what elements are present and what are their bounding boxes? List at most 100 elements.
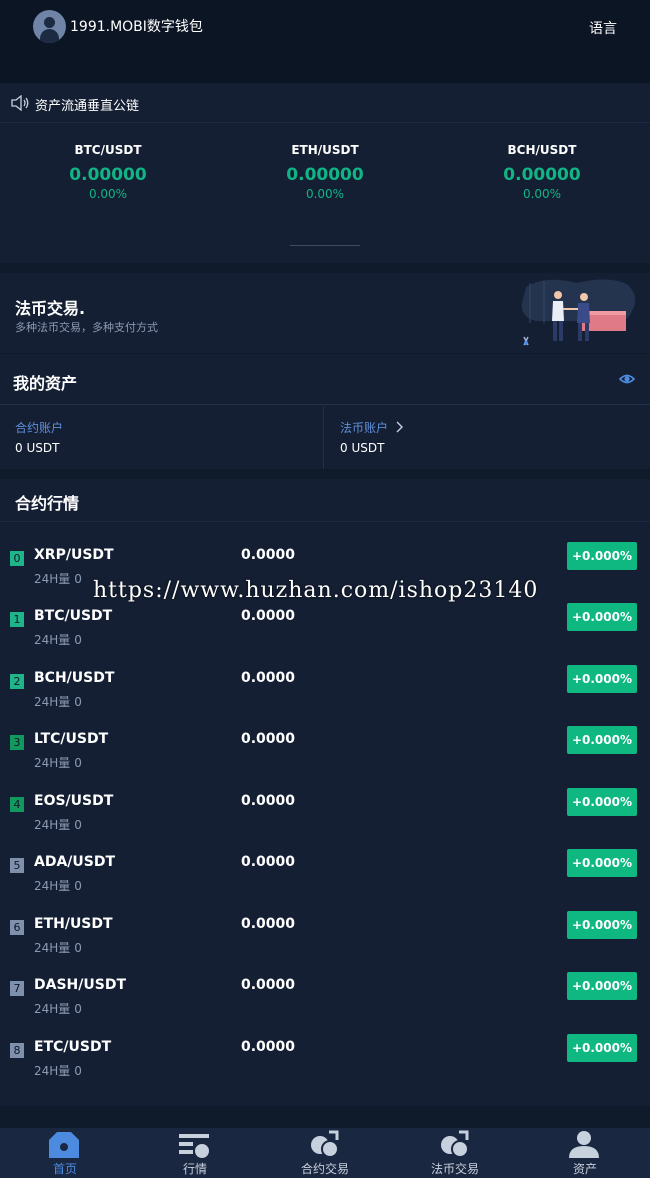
market-price: 0.0000 bbox=[241, 731, 296, 747]
volume-label: 24H量 bbox=[34, 879, 71, 893]
market-symbol: EOS/USDT bbox=[34, 793, 114, 809]
fiat-promo-banner[interactable]: 法币交易. 多种法币交易，多种支付方式 bbox=[0, 273, 650, 353]
tab-market[interactable]: 行情 bbox=[130, 1128, 260, 1178]
change-button[interactable]: +0.000% bbox=[567, 542, 637, 570]
ticker-change: 0.00% bbox=[305, 187, 345, 201]
user-icon bbox=[569, 1131, 599, 1158]
ticker-item[interactable]: BCH/USDT 0.00000 0.00% bbox=[434, 143, 650, 201]
tab-fiat-trade[interactable]: 法币交易 bbox=[390, 1128, 520, 1178]
volume-label: 24H量 bbox=[34, 818, 71, 832]
volume-value: 0 bbox=[74, 1064, 82, 1078]
rank-badge: 2 bbox=[10, 674, 24, 689]
contract-account-value: 0 USDT bbox=[15, 441, 60, 455]
fiat-account-value: 0 USDT bbox=[340, 441, 385, 455]
tab-label: 合约交易 bbox=[300, 1162, 349, 1176]
fiat-account[interactable]: 法币账户 0 USDT bbox=[325, 406, 650, 469]
ticker-change: 0.00% bbox=[522, 187, 562, 201]
volume-label: 24H量 bbox=[34, 1064, 71, 1078]
fiat-icon bbox=[441, 1130, 469, 1158]
rank-badge: 7 bbox=[10, 981, 24, 996]
ticker-price: 0.00000 bbox=[286, 165, 364, 185]
tab-contract-trade[interactable]: 合约交易 bbox=[260, 1128, 390, 1178]
tab-home[interactable]: 首页 bbox=[0, 1128, 130, 1178]
ticker-item[interactable]: ETH/USDT 0.00000 0.00% bbox=[217, 143, 433, 201]
market-header: 合约行情 bbox=[0, 479, 650, 522]
market-row[interactable]: 8 ETC/USDT 24H量 0 0.0000 +0.000% bbox=[0, 1034, 650, 1095]
volume-value: 0 bbox=[74, 1002, 82, 1016]
watermark-text: https://www.huzhan.com/ishop23140 bbox=[93, 578, 539, 603]
volume-value: 0 bbox=[74, 879, 82, 893]
market-volume: 24H量 0 bbox=[34, 570, 82, 587]
market-volume: 24H量 0 bbox=[34, 1000, 82, 1017]
market-price: 0.0000 bbox=[241, 608, 296, 624]
market-symbol: ETC/USDT bbox=[34, 1039, 112, 1055]
fiat-account-label: 法币账户 bbox=[340, 421, 389, 435]
ticker-price: 0.00000 bbox=[503, 165, 581, 185]
ticker-pair: BTC/USDT bbox=[74, 143, 142, 157]
market-row[interactable]: 7 DASH/USDT 24H量 0 0.0000 +0.000% bbox=[0, 972, 650, 1033]
rank-badge: 0 bbox=[10, 551, 24, 566]
tab-label: 行情 bbox=[182, 1162, 207, 1176]
home-icon bbox=[49, 1132, 79, 1158]
market-price: 0.0000 bbox=[241, 854, 296, 870]
market-symbol: DASH/USDT bbox=[34, 977, 126, 993]
change-button[interactable]: +0.000% bbox=[567, 665, 637, 693]
market-volume: 24H量 0 bbox=[34, 939, 82, 956]
market-price: 0.0000 bbox=[241, 977, 296, 993]
market-row[interactable]: 2 BCH/USDT 24H量 0 0.0000 +0.000% bbox=[0, 665, 650, 726]
volume-value: 0 bbox=[74, 572, 82, 586]
change-button[interactable]: +0.000% bbox=[567, 972, 637, 1000]
change-button[interactable]: +0.000% bbox=[567, 911, 637, 939]
volume-value: 0 bbox=[74, 941, 82, 955]
top-header: 1991.MOBI数字钱包 语言 bbox=[0, 0, 650, 83]
volume-value: 0 bbox=[74, 695, 82, 709]
tab-assets[interactable]: 资产 bbox=[520, 1128, 650, 1178]
market-symbol: BTC/USDT bbox=[34, 608, 113, 624]
change-button[interactable]: +0.000% bbox=[567, 726, 637, 754]
tab-label: 首页 bbox=[52, 1162, 77, 1176]
rank-badge: 3 bbox=[10, 735, 24, 750]
ticker-price: 0.00000 bbox=[69, 165, 147, 185]
promo-title: 法币交易. bbox=[15, 299, 86, 318]
market-row[interactable]: 1 BTC/USDT 24H量 0 0.0000 +0.000% bbox=[0, 603, 650, 664]
avatar-icon[interactable] bbox=[33, 10, 66, 43]
promo-subtitle: 多种法币交易，多种支付方式 bbox=[15, 321, 158, 334]
market-symbol: XRP/USDT bbox=[34, 547, 114, 563]
market-price: 0.0000 bbox=[241, 670, 296, 686]
change-button[interactable]: +0.000% bbox=[567, 603, 637, 631]
notice-bar[interactable]: 资产流通垂直公链 bbox=[0, 83, 650, 123]
carousel-indicator bbox=[290, 245, 360, 246]
assets-title: 我的资产 bbox=[13, 374, 78, 393]
ticker-panel: 资产流通垂直公链 BTC/USDT 0.00000 0.00% ETH/USDT… bbox=[0, 83, 650, 263]
assets-header: 我的资产 bbox=[0, 354, 650, 405]
eye-icon[interactable] bbox=[619, 371, 635, 387]
market-row[interactable]: 3 LTC/USDT 24H量 0 0.0000 +0.000% bbox=[0, 726, 650, 787]
market-row[interactable]: 5 ADA/USDT 24H量 0 0.0000 +0.000% bbox=[0, 849, 650, 910]
notice-text: 资产流通垂直公链 bbox=[35, 99, 140, 114]
change-button[interactable]: +0.000% bbox=[567, 849, 637, 877]
market-symbol: BCH/USDT bbox=[34, 670, 115, 686]
market-volume: 24H量 0 bbox=[34, 1062, 82, 1079]
chevron-right-icon bbox=[396, 421, 403, 433]
volume-label: 24H量 bbox=[34, 633, 71, 647]
market-row[interactable]: 4 EOS/USDT 24H量 0 0.0000 +0.000% bbox=[0, 788, 650, 849]
market-price: 0.0000 bbox=[241, 1039, 296, 1055]
change-button[interactable]: +0.000% bbox=[567, 1034, 637, 1062]
contract-account[interactable]: 合约账户 0 USDT bbox=[0, 406, 324, 469]
rank-badge: 4 bbox=[10, 797, 24, 812]
change-button[interactable]: +0.000% bbox=[567, 788, 637, 816]
language-button[interactable]: 语言 bbox=[589, 18, 617, 38]
market-icon bbox=[179, 1134, 209, 1158]
volume-label: 24H量 bbox=[34, 695, 71, 709]
market-row[interactable]: 6 ETH/USDT 24H量 0 0.0000 +0.000% bbox=[0, 911, 650, 972]
rank-badge: 5 bbox=[10, 858, 24, 873]
ticker-item[interactable]: BTC/USDT 0.00000 0.00% bbox=[0, 143, 216, 201]
market-price: 0.0000 bbox=[241, 793, 296, 809]
volume-value: 0 bbox=[74, 818, 82, 832]
contract-icon bbox=[311, 1130, 339, 1158]
bottom-tab-bar: 首页 行情 合约交易 法币交易 资产 bbox=[0, 1128, 650, 1178]
ticker-pair: ETH/USDT bbox=[291, 143, 359, 157]
market-symbol: ADA/USDT bbox=[34, 854, 116, 870]
market-symbol: ETH/USDT bbox=[34, 916, 113, 932]
market-volume: 24H量 0 bbox=[34, 816, 82, 833]
